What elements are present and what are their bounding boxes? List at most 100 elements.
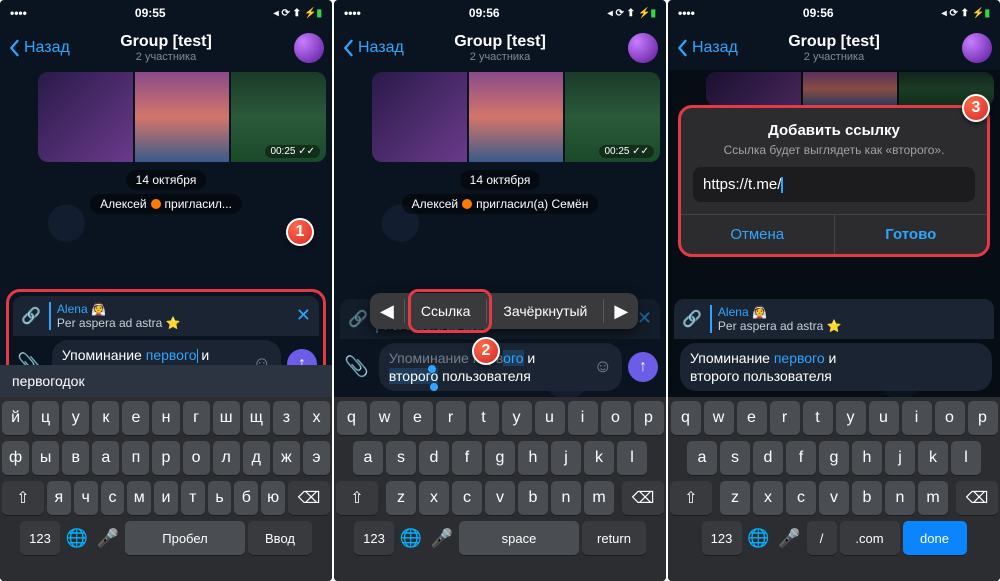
key-й[interactable]: й <box>2 401 29 435</box>
key-z[interactable]: z <box>386 481 416 515</box>
chat-avatar[interactable] <box>962 33 992 63</box>
key-u[interactable]: u <box>535 401 565 435</box>
back-button[interactable]: Назад <box>342 39 404 57</box>
key-l[interactable]: l <box>617 441 647 475</box>
key-о[interactable]: о <box>183 441 210 475</box>
key-l[interactable]: l <box>951 441 981 475</box>
mic-key[interactable]: 🎤 <box>776 521 804 555</box>
ctx-strike-option[interactable]: Зачёркнутый <box>487 293 603 329</box>
key-m[interactable]: m <box>584 481 614 515</box>
key-э[interactable]: э <box>303 441 330 475</box>
dotcom-key[interactable]: .com <box>840 521 900 555</box>
key-щ[interactable]: щ <box>243 401 270 435</box>
key-c[interactable]: c <box>786 481 816 515</box>
key-в[interactable]: в <box>62 441 89 475</box>
key-e[interactable]: e <box>403 401 433 435</box>
key-е[interactable]: е <box>122 401 149 435</box>
key-и[interactable]: и <box>154 481 178 515</box>
key-ж[interactable]: ж <box>273 441 300 475</box>
key-s[interactable]: s <box>720 441 750 475</box>
key-д[interactable]: д <box>243 441 270 475</box>
chat-title-block[interactable]: Group [test] 2 участника <box>120 33 212 63</box>
numbers-key[interactable]: 123 <box>20 521 60 555</box>
key-w[interactable]: w <box>370 401 400 435</box>
key-v[interactable]: v <box>819 481 849 515</box>
media-message[interactable]: 00:25 ✓✓ <box>372 72 660 162</box>
emoji-icon[interactable]: ☺ <box>594 355 612 378</box>
key-с[interactable]: с <box>101 481 125 515</box>
dialog-done-button[interactable]: Готово <box>835 215 988 254</box>
key-у[interactable]: у <box>62 401 89 435</box>
return-key[interactable]: return <box>582 521 646 555</box>
key-a[interactable]: a <box>353 441 383 475</box>
key-v[interactable]: v <box>485 481 515 515</box>
mic-key[interactable]: 🎤 <box>428 521 456 555</box>
dialog-cancel-button[interactable]: Отмена <box>681 215 835 254</box>
mic-key[interactable]: 🎤 <box>94 521 122 555</box>
reply-preview[interactable]: 🔗 Alena 👰 Per aspera ad astra ⭐ ✕ <box>13 296 319 336</box>
space-key[interactable]: Пробел <box>125 521 245 555</box>
key-z[interactable]: z <box>720 481 750 515</box>
key-я[interactable]: я <box>47 481 71 515</box>
space-key[interactable]: space <box>459 521 579 555</box>
key-ш[interactable]: ш <box>213 401 240 435</box>
key-ф[interactable]: ф <box>2 441 29 475</box>
key-г[interactable]: г <box>183 401 210 435</box>
return-key[interactable]: Ввод <box>248 521 312 555</box>
key-л[interactable]: л <box>213 441 240 475</box>
reply-close-button[interactable]: ✕ <box>637 308 652 329</box>
key-x[interactable]: x <box>419 481 449 515</box>
key-g[interactable]: g <box>485 441 515 475</box>
key-m[interactable]: m <box>918 481 948 515</box>
key-f[interactable]: f <box>786 441 816 475</box>
key-o[interactable]: o <box>935 401 965 435</box>
key-f[interactable]: f <box>452 441 482 475</box>
chat-avatar[interactable] <box>628 33 658 63</box>
shift-key[interactable]: ⇧ <box>2 481 44 515</box>
send-button[interactable]: ↑ <box>628 352 658 382</box>
key-j[interactable]: j <box>551 441 581 475</box>
reply-preview[interactable]: 🔗 Alena 👰 Per aspera ad astra ⭐ <box>674 299 994 339</box>
key-n[interactable]: n <box>551 481 581 515</box>
key-н[interactable]: н <box>152 401 179 435</box>
shift-key[interactable]: ⇧ <box>336 481 378 515</box>
key-d[interactable]: d <box>419 441 449 475</box>
key-ч[interactable]: ч <box>74 481 98 515</box>
back-button[interactable]: Назад <box>8 39 70 57</box>
chat-title-block[interactable]: Group [test] 2 участника <box>788 33 880 63</box>
key-t[interactable]: t <box>469 401 499 435</box>
key-t[interactable]: t <box>803 401 833 435</box>
key-а[interactable]: а <box>92 441 119 475</box>
key-i[interactable]: i <box>568 401 598 435</box>
slash-key[interactable]: / <box>807 521 837 555</box>
key-з[interactable]: з <box>273 401 300 435</box>
key-к[interactable]: к <box>92 401 119 435</box>
key-o[interactable]: o <box>601 401 631 435</box>
key-т[interactable]: т <box>181 481 205 515</box>
key-k[interactable]: k <box>918 441 948 475</box>
done-key[interactable]: done <box>903 521 967 555</box>
key-n[interactable]: n <box>885 481 915 515</box>
keyboard-suggestion[interactable]: первогодок <box>0 365 332 397</box>
key-y[interactable]: y <box>836 401 866 435</box>
globe-key[interactable]: 🌐 <box>397 521 425 555</box>
chat-title-block[interactable]: Group [test] 2 участника <box>454 33 546 63</box>
chat-avatar[interactable] <box>294 33 324 63</box>
key-р[interactable]: р <box>152 441 179 475</box>
reply-close-button[interactable]: ✕ <box>296 305 311 326</box>
key-п[interactable]: п <box>122 441 149 475</box>
key-i[interactable]: i <box>902 401 932 435</box>
ctx-prev-arrow[interactable]: ◀ <box>370 293 404 329</box>
ctx-next-arrow[interactable]: ▶ <box>604 293 638 329</box>
numbers-key[interactable]: 123 <box>354 521 394 555</box>
selection-handle-end[interactable] <box>430 383 438 391</box>
key-k[interactable]: k <box>584 441 614 475</box>
back-button[interactable]: Назад <box>676 39 738 57</box>
backspace-key[interactable]: ⌫ <box>622 481 664 515</box>
key-j[interactable]: j <box>885 441 915 475</box>
key-h[interactable]: h <box>518 441 548 475</box>
key-x[interactable]: x <box>753 481 783 515</box>
key-б[interactable]: б <box>234 481 258 515</box>
key-h[interactable]: h <box>852 441 882 475</box>
key-q[interactable]: q <box>671 401 701 435</box>
